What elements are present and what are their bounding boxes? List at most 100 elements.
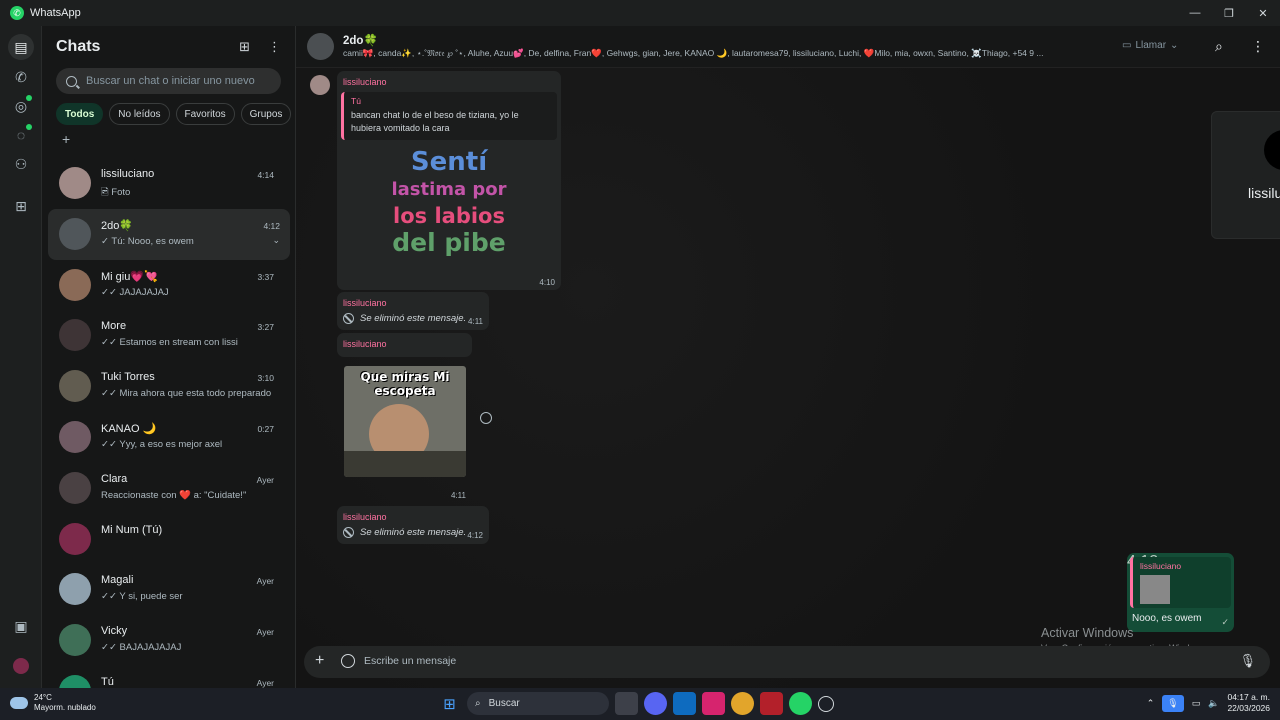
app-icon[interactable]: [818, 695, 834, 712]
menu-icon[interactable]: ⋮: [268, 39, 281, 55]
sticker-text: Sentí: [410, 147, 488, 177]
microphone-icon[interactable]: 🎙: [1239, 653, 1256, 669]
voicemeeter-icon[interactable]: [760, 692, 783, 715]
chat-list-item[interactable]: Vicky ✓✓ BAJAJAJAJAJ Ayer: [42, 615, 295, 666]
message-sender: lissiluciano: [343, 77, 387, 87]
chat-list-item[interactable]: Mi Num (Tú): [42, 514, 295, 565]
chat-list-item[interactable]: Mi giu💗💘 ✓✓ JAJAJAJAJ 3:37: [42, 260, 295, 311]
minimize-button[interactable]: —: [1178, 0, 1212, 26]
chat-time: Ayer: [256, 627, 274, 638]
volume-icon[interactable]: 🔈: [1208, 698, 1219, 709]
avatar: [59, 217, 91, 250]
message-bubble[interactable]: lissiluciano Se eliminó este mensaje. 4:…: [337, 292, 489, 330]
quoted-message[interactable]: Tú bancan chat lo de el beso de tiziana,…: [341, 92, 557, 140]
preview-card-name: lissilu: [1248, 185, 1280, 201]
quoted-thumbnail: [1140, 575, 1170, 604]
new-chat-icon[interactable]: ⊞: [239, 39, 250, 55]
profile-icon[interactable]: [8, 653, 34, 679]
preview-card[interactable]: lissilu: [1211, 111, 1280, 239]
group-avatar[interactable]: [307, 33, 334, 60]
chat-preview: 🖻 Foto: [101, 187, 131, 198]
emoji-icon[interactable]: [341, 654, 355, 668]
chat-list-item[interactable]: Tuki Torres ✓✓ Mira ahora que esta todo …: [42, 361, 295, 412]
maximize-button[interactable]: ❐: [1212, 0, 1246, 26]
microphone-icon[interactable]: 🎙: [1162, 694, 1184, 712]
windows-taskbar: 24°C Mayorm. nublado ⊞ ⌕ Buscar ⌃ 🎙 ▭ 🔈 …: [0, 688, 1280, 720]
message-bubble[interactable]: lissiluciano: [337, 333, 472, 357]
start-icon[interactable]: ⊞: [438, 692, 461, 715]
taskbar-clock[interactable]: 04:17 a. m. 22/03/2026: [1227, 692, 1270, 714]
discord-icon[interactable]: [644, 692, 667, 715]
chat-time: 4:14: [257, 170, 274, 180]
communities-icon[interactable]: ⚇: [8, 151, 34, 177]
chats-icon[interactable]: ▤: [8, 34, 34, 60]
chat-preview: ✓✓ JAJAJAJAJ: [101, 286, 169, 298]
chevron-down-icon: ⌄: [1170, 40, 1179, 51]
filter-favoritos[interactable]: Favoritos: [175, 103, 235, 125]
chat-list-item[interactable]: Clara Reaccionaste con ❤️ a: "Cuidate!" …: [42, 463, 295, 514]
chevron-up-icon[interactable]: ⌃: [1147, 698, 1155, 709]
calls-icon[interactable]: ✆: [8, 64, 34, 90]
chrome-icon[interactable]: [731, 692, 754, 715]
chat-preview: ✓ Tú: Nooo, es owem: [101, 235, 194, 247]
search-icon[interactable]: ⌕: [1215, 38, 1223, 55]
message-time: 4:10: [539, 278, 555, 287]
chat-list-item[interactable]: lissiluciano 🖻 Foto 4:14: [42, 158, 295, 209]
add-filter-icon[interactable]: +: [62, 132, 76, 146]
window-titlebar: ✆ WhatsApp — ❐ ✕: [0, 0, 1280, 26]
media-icon[interactable]: ▣: [8, 613, 34, 639]
chevron-down-icon[interactable]: ⌄: [272, 235, 280, 246]
status-icon[interactable]: ◎: [8, 93, 34, 119]
chat-name: More: [101, 320, 127, 333]
store-icon[interactable]: [673, 692, 696, 715]
message-time: 4:12: [467, 531, 483, 540]
archive-icon[interactable]: ⊞: [8, 193, 34, 219]
network-icon[interactable]: ▭: [1192, 698, 1201, 709]
chat-list-item[interactable]: More ✓✓ Estamos en stream con lissi 3:27: [42, 310, 295, 361]
message-input[interactable]: Escribe un mensaje: [364, 655, 456, 667]
filter-todos[interactable]: Todos: [56, 103, 104, 125]
avatar: [59, 573, 91, 606]
clock-time: 04:17 a. m.: [1227, 692, 1270, 702]
chat-list-item[interactable]: Magali ✓✓ Y si, puede ser Ayer: [42, 564, 295, 615]
avatar: [59, 624, 91, 657]
deleted-text: Se eliminó este mensaje.: [360, 313, 467, 324]
instagram-icon[interactable]: [702, 692, 725, 715]
filter-grupos[interactable]: Grupos: [240, 103, 292, 125]
menu-icon[interactable]: ⋮: [1251, 38, 1265, 55]
avatar: [59, 522, 91, 555]
message-bubble[interactable]: lissiluciano Tú bancan chat lo de el bes…: [337, 71, 561, 290]
search-input[interactable]: Buscar un chat o iniciar uno nuevo: [56, 68, 281, 94]
channels-icon[interactable]: ◌: [8, 122, 34, 148]
chat-time: 3:27: [257, 322, 274, 333]
message-bubble[interactable]: lissiluciano Se eliminó este mensaje. 4:…: [337, 506, 489, 544]
whatsapp-taskbar-icon[interactable]: [789, 692, 812, 715]
chat-list-item-selected[interactable]: 2do🍀 ✓ Tú: Nooo, es owem 4:12 ⌄: [48, 208, 290, 260]
weather-temp: 24°C: [34, 693, 52, 702]
search-placeholder: Buscar un chat o iniciar uno nuevo: [86, 75, 255, 87]
chat-name: Vicky: [101, 625, 128, 638]
meme-image[interactable]: Que miras Mi escopeta: [344, 366, 466, 477]
taskbar-search-label: Buscar: [488, 698, 520, 709]
filter-no-leidos[interactable]: No leídos: [109, 103, 170, 125]
close-button[interactable]: ✕: [1246, 0, 1280, 26]
weather-widget[interactable]: 24°C Mayorm. nublado: [10, 693, 96, 713]
chat-time: Ayer: [256, 474, 274, 485]
attach-icon[interactable]: +: [315, 652, 324, 670]
task-view-icon[interactable]: [615, 692, 638, 715]
conversation-header[interactable]: 2do🍀 camii🎀, canda✨, ⋆.˚𝔐𝔬𝔯𝔢 ℘ ˚⋆, Aluhe…: [296, 26, 1280, 68]
message-composer[interactable]: + Escribe un mensaje 🎙: [304, 646, 1270, 678]
chat-name: 2do🍀: [101, 219, 134, 232]
quoted-message[interactable]: lissiluciano: [1130, 557, 1231, 608]
avatar: [59, 370, 91, 403]
outgoing-message[interactable]: lissiluciano Nooo, es owem 4:12 ✓: [1127, 553, 1234, 632]
message-time: 4:11: [468, 317, 483, 326]
reaction-icon[interactable]: [480, 412, 492, 424]
taskbar-search[interactable]: ⌕ Buscar: [467, 692, 609, 715]
deleted-icon: [343, 313, 354, 324]
chat-list-item[interactable]: KANAO 🌙 ✓✓ Yyy, a eso es mejor axel 0:27: [42, 412, 295, 463]
call-button[interactable]: ▭ Llamar ⌄: [1122, 40, 1178, 51]
chat-name: Magali: [101, 574, 134, 587]
chat-list-item[interactable]: Tú Ayer: [42, 666, 295, 688]
quoted-author: lissiluciano: [1140, 561, 1182, 571]
